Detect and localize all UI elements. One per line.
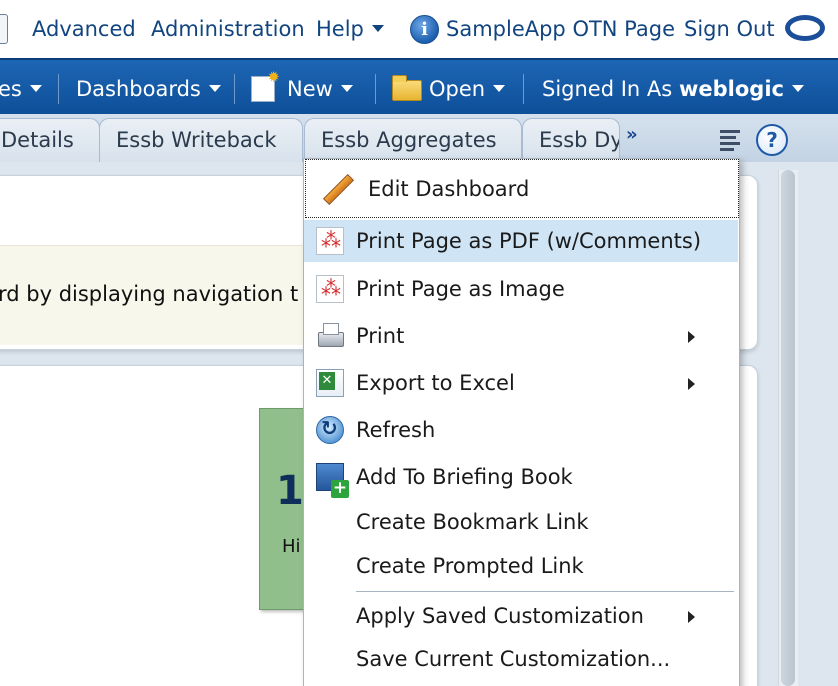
new-document-icon	[251, 68, 280, 102]
export-excel-item[interactable]: Export to Excel	[304, 362, 738, 404]
tab-essb-dynamic[interactable]: Essb Dyr	[522, 118, 620, 162]
more-tabs-icon[interactable]: »	[626, 124, 638, 145]
header-divider	[375, 74, 376, 104]
refresh-item[interactable]: Refresh	[304, 409, 738, 451]
folder-icon	[392, 75, 422, 101]
tab-details[interactable]: Details	[0, 118, 100, 162]
open-menu[interactable]: Open	[429, 74, 506, 104]
user-name: weblogic	[679, 77, 784, 101]
pdf-icon	[316, 275, 344, 303]
chevron-down-icon	[29, 84, 42, 92]
oracle-logo-icon	[785, 15, 825, 41]
edit-dashboard-item[interactable]: Edit Dashboard	[305, 159, 739, 218]
administration-link[interactable]: Administration	[151, 14, 305, 44]
user-menu[interactable]: weblogic	[679, 74, 804, 104]
apply-saved-customization-item[interactable]: Apply Saved Customization	[304, 595, 738, 637]
open-menu-label: Open	[429, 77, 486, 101]
menu-item-label: Add To Briefing Book	[356, 465, 573, 489]
chevron-down-icon	[493, 84, 506, 92]
chevron-down-icon	[208, 84, 221, 92]
refresh-icon	[316, 416, 344, 444]
catalog-menu[interactable]: es	[0, 74, 42, 104]
submenu-arrow-icon	[688, 378, 695, 390]
kpi-tile-label: Hi	[282, 536, 301, 557]
print-pdf-item[interactable]: Print Page as PDF (w/Comments)	[304, 220, 738, 262]
submenu-arrow-icon	[688, 611, 695, 623]
menu-item-label: Create Bookmark Link	[356, 510, 589, 534]
dashboards-menu-label: Dashboards	[76, 77, 201, 101]
excel-icon	[316, 369, 344, 397]
create-prompted-link-item[interactable]: Create Prompted Link	[304, 545, 738, 587]
sign-out-link[interactable]: Sign Out	[684, 14, 775, 44]
menu-item-label: Print	[356, 324, 405, 348]
new-menu[interactable]: New	[287, 74, 353, 104]
header-divider	[523, 74, 524, 104]
chevron-down-icon	[791, 84, 804, 92]
tab-essb-writeback[interactable]: Essb Writeback	[99, 118, 303, 162]
menu-item-label: Edit Dashboard	[368, 177, 530, 201]
printer-icon	[316, 322, 344, 350]
header-divider	[58, 74, 59, 104]
menu-item-label: Create Prompted Link	[356, 554, 584, 578]
print-image-item[interactable]: Print Page as Image	[304, 268, 738, 310]
new-menu-label: New	[287, 77, 333, 101]
add-briefing-book-item[interactable]: Add To Briefing Book	[304, 456, 738, 498]
menu-item-label: Print Page as PDF (w/Comments)	[356, 229, 702, 253]
menu-item-label: Refresh	[356, 418, 436, 442]
menu-item-label: Export to Excel	[356, 371, 515, 395]
help-menu[interactable]: Help	[316, 14, 384, 44]
help-menu-label: Help	[316, 17, 364, 41]
header-divider	[234, 74, 235, 104]
catalog-menu-label: es	[0, 77, 22, 101]
pdf-icon	[316, 227, 344, 255]
global-header: es Dashboards New Open Signed In As webl…	[0, 58, 838, 114]
dashboards-menu[interactable]: Dashboards	[76, 74, 221, 104]
tab-essb-aggregates[interactable]: Essb Aggregates	[304, 118, 522, 162]
info-icon: i	[410, 15, 439, 44]
scrollbar-thumb[interactable]	[781, 170, 795, 686]
print-item[interactable]: Print	[304, 315, 738, 357]
menu-divider	[356, 591, 734, 592]
briefing-book-icon	[316, 463, 349, 498]
signed-in-label: Signed In As	[542, 77, 673, 101]
submenu-arrow-icon	[688, 331, 695, 343]
left-edge-control[interactable]	[0, 14, 8, 44]
advanced-link[interactable]: Advanced	[32, 14, 136, 44]
page-options-icon[interactable]	[716, 126, 744, 152]
menu-item-label: Save Current Customization...	[356, 647, 671, 671]
pencil-icon	[322, 174, 350, 202]
save-current-customization-item[interactable]: Save Current Customization...	[304, 638, 738, 680]
top-link-bar: Advanced Administration Help i SampleApp…	[0, 0, 838, 58]
otn-page-link[interactable]: SampleApp OTN Page	[446, 14, 675, 44]
create-bookmark-link-item[interactable]: Create Bookmark Link	[304, 501, 738, 543]
chevron-down-icon	[340, 84, 353, 92]
instruction-text: rd by displaying navigation t	[0, 282, 299, 306]
menu-item-label: Apply Saved Customization	[356, 604, 644, 628]
chevron-down-icon	[371, 24, 384, 32]
menu-item-label: Print Page as Image	[356, 277, 565, 301]
kpi-tile-value: 1	[276, 468, 304, 514]
help-icon[interactable]: ?	[756, 124, 788, 156]
